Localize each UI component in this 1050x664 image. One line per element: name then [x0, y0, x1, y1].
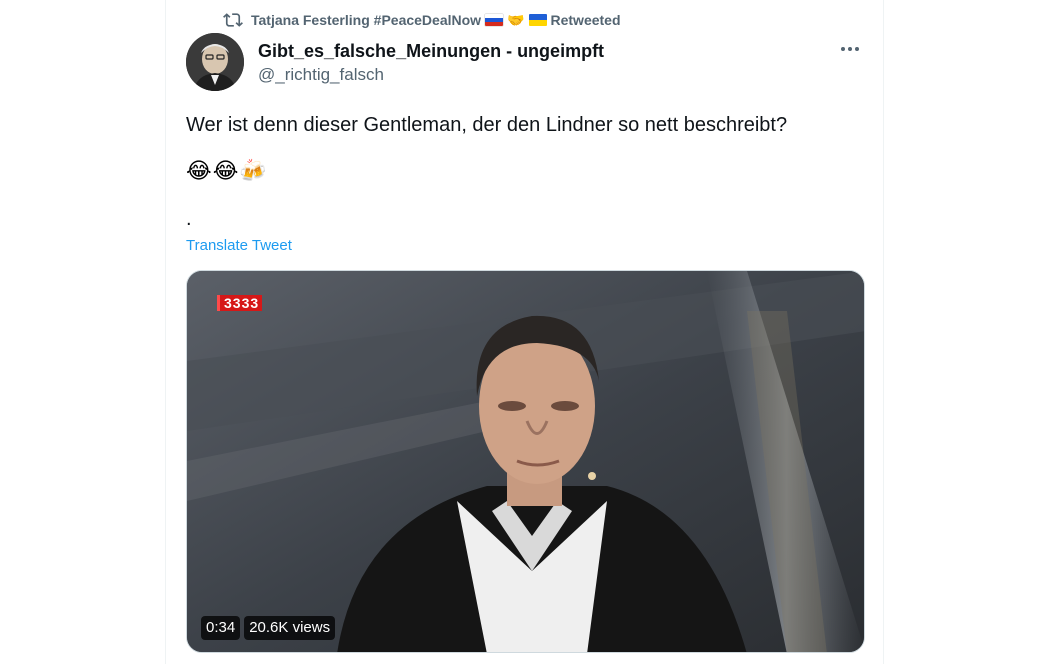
video-views: 20.6K views: [244, 616, 336, 640]
tweet-text: Wer ist denn dieser Gentleman, der den L…: [186, 114, 788, 136]
more-dot: [841, 47, 845, 51]
more-options-button[interactable]: [835, 38, 865, 60]
video-meta: 0:34 20.6K views: [201, 616, 336, 640]
video-duration: 0:34: [201, 616, 241, 640]
retweet-context-text: Tatjana Festerling #PeaceDealNow 🤝 Retwe…: [251, 12, 621, 29]
handshake-icon: 🤝: [507, 11, 525, 28]
retweet-icon: [223, 10, 243, 30]
timeline-column: Tatjana Festerling #PeaceDealNow 🤝 Retwe…: [165, 0, 884, 664]
author-block: Gibt_es_falsche_Meinungen - ungeimpft @_…: [258, 40, 604, 86]
tweet-dot: .: [186, 208, 192, 230]
russia-flag-icon: [485, 14, 504, 26]
more-dot: [848, 47, 852, 51]
video-frame: [187, 271, 864, 652]
video-player[interactable]: 3333 0:34 20.6K views: [186, 270, 865, 653]
retweet-context[interactable]: Tatjana Festerling #PeaceDealNow 🤝 Retwe…: [223, 10, 621, 30]
author-display-name[interactable]: Gibt_es_falsche_Meinungen - ungeimpft: [258, 40, 604, 62]
retweeter-name[interactable]: Tatjana Festerling #PeaceDealNow: [251, 12, 481, 28]
author-handle[interactable]: @_richtig_falsch: [258, 64, 604, 86]
channel-badge: 3333: [217, 295, 263, 311]
translate-tweet-link[interactable]: Translate Tweet: [186, 237, 292, 254]
ukraine-flag-icon: [528, 14, 547, 26]
tweet-emojis: 😂😂🍻: [186, 158, 268, 183]
retweet-action-label: Retweeted: [550, 12, 621, 28]
avatar[interactable]: [186, 33, 244, 91]
more-dot: [855, 47, 859, 51]
